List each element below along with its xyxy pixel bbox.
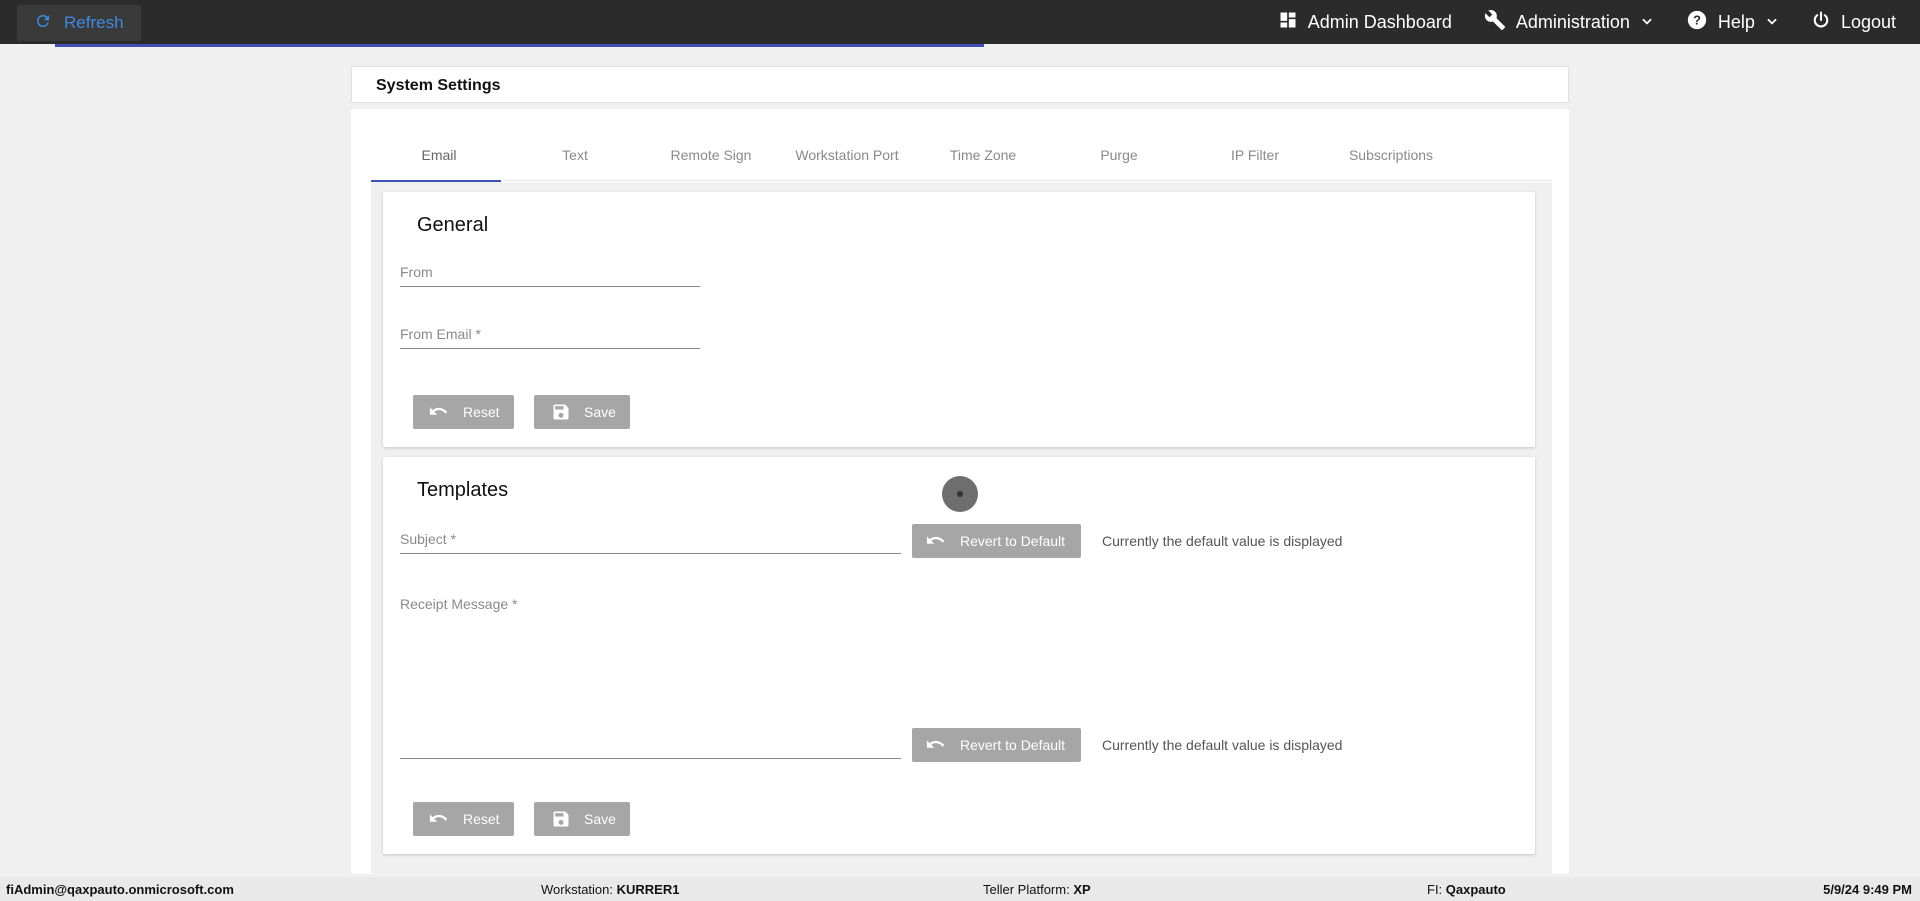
undo-icon — [924, 737, 950, 753]
refresh-icon — [34, 12, 52, 35]
subject-revert-button[interactable]: Revert to Default — [912, 524, 1081, 558]
undo-icon — [924, 533, 950, 549]
help-menu[interactable]: ? Help — [1686, 9, 1779, 36]
refresh-button[interactable]: Refresh — [17, 5, 141, 41]
undo-icon — [427, 811, 453, 827]
general-title: General — [417, 214, 489, 236]
administration-menu[interactable]: Administration — [1484, 9, 1654, 36]
footer-datetime: 5/9/24 9:49 PM — [1823, 882, 1912, 897]
admin-dashboard-link[interactable]: Admin Dashboard — [1278, 10, 1452, 35]
templates-save-label: Save — [584, 811, 616, 827]
refresh-label: Refresh — [64, 13, 124, 32]
loading-progress-bar — [55, 44, 984, 47]
help-icon: ? — [1686, 9, 1708, 36]
power-icon — [1811, 10, 1831, 35]
footer-teller-platform: Teller Platform: XP — [983, 882, 1091, 897]
subject-revert-label: Revert to Default — [960, 533, 1066, 549]
email-tab-panel: General From From Email * Reset Save Tem… — [371, 182, 1552, 874]
from-label: From — [400, 264, 433, 280]
tab-email[interactable]: Email — [371, 129, 507, 182]
dashboard-icon — [1278, 10, 1298, 35]
templates-title: Templates — [417, 479, 509, 501]
tab-remote-sign[interactable]: Remote Sign — [643, 129, 779, 181]
logout-label: Logout — [1840, 11, 1896, 32]
teller-value: XP — [1073, 882, 1091, 897]
save-icon — [548, 402, 574, 422]
general-section: General From From Email * Reset Save — [383, 192, 1535, 447]
templates-reset-label: Reset — [463, 811, 500, 827]
subject-field[interactable]: Subject * — [400, 517, 901, 554]
administration-label: Administration — [1515, 11, 1630, 32]
admin-dashboard-label: Admin Dashboard — [1307, 11, 1452, 32]
receipt-revert-button[interactable]: Revert to Default — [912, 728, 1081, 762]
footer-user: fiAdmin@qaxpauto.onmicrosoft.com — [6, 882, 234, 897]
templates-section: Templates Subject * Revert to Default Cu… — [383, 457, 1535, 854]
fi-key: FI: — [1427, 882, 1446, 897]
tab-ip-filter[interactable]: IP Filter — [1187, 129, 1323, 181]
page-title: System Settings — [376, 77, 501, 94]
workstation-key: Workstation: — [541, 882, 617, 897]
undo-icon — [427, 404, 453, 420]
help-label: Help — [1717, 11, 1755, 32]
wrench-icon — [1484, 9, 1506, 36]
top-navbar: Refresh Admin Dashboard Administration ?… — [0, 0, 1920, 44]
subject-label: Subject * — [400, 531, 457, 547]
settings-tabs: Email Text Remote Sign Workstation Port … — [371, 129, 1552, 182]
workstation-value: KURRER1 — [616, 882, 680, 897]
svg-text:?: ? — [1693, 12, 1701, 27]
tab-text[interactable]: Text — [507, 129, 643, 181]
teller-key: Teller Platform: — [983, 882, 1074, 897]
from-field[interactable]: From — [400, 250, 700, 287]
fi-value: Qaxpauto — [1445, 882, 1506, 897]
subject-default-hint: Currently the default value is displayed — [1102, 533, 1343, 549]
receipt-message-field[interactable]: Receipt Message * — [400, 596, 901, 759]
footer-workstation: Workstation: KURRER1 — [541, 882, 679, 897]
receipt-revert-label: Revert to Default — [960, 737, 1066, 753]
tab-time-zone[interactable]: Time Zone — [915, 129, 1051, 181]
settings-card: Email Text Remote Sign Workstation Port … — [351, 109, 1569, 874]
tab-subscriptions[interactable]: Subscriptions — [1323, 129, 1459, 181]
page-header-card: System Settings — [351, 66, 1569, 103]
tab-purge[interactable]: Purge — [1051, 129, 1187, 181]
chevron-down-icon — [1640, 12, 1654, 33]
templates-save-button[interactable]: Save — [534, 802, 630, 836]
general-reset-button[interactable]: Reset — [413, 395, 514, 429]
general-save-label: Save — [584, 404, 616, 420]
logout-button[interactable]: Logout — [1811, 10, 1896, 35]
templates-reset-button[interactable]: Reset — [413, 802, 514, 836]
save-icon — [548, 809, 574, 829]
general-reset-label: Reset — [463, 404, 500, 420]
receipt-default-hint: Currently the default value is displayed — [1102, 737, 1343, 753]
receipt-message-label: Receipt Message * — [400, 596, 518, 612]
general-save-button[interactable]: Save — [534, 395, 630, 429]
from-email-label: From Email * — [400, 326, 481, 342]
from-email-field[interactable]: From Email * — [400, 312, 700, 349]
cursor-indicator — [942, 476, 978, 512]
footer-fi: FI: Qaxpauto — [1427, 882, 1506, 897]
chevron-down-icon — [1765, 12, 1779, 33]
status-footer: fiAdmin@qaxpauto.onmicrosoft.com Worksta… — [0, 877, 1920, 901]
tab-workstation-port[interactable]: Workstation Port — [779, 129, 915, 181]
